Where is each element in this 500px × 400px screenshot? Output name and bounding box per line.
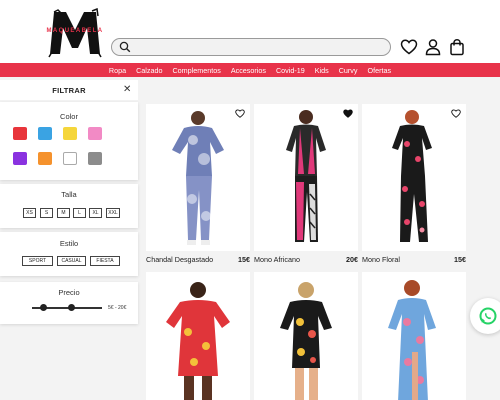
nav-item-ofertas[interactable]: Ofertas bbox=[368, 66, 392, 75]
price-range-text: 5€ - 20€ bbox=[108, 305, 127, 311]
product-name[interactable]: Mono Floral bbox=[362, 255, 400, 264]
color-filter-panel: Color bbox=[0, 102, 138, 180]
search-input[interactable] bbox=[111, 38, 391, 56]
nav-item-accesorios[interactable]: Accesorios bbox=[231, 66, 266, 75]
favorite-heart-icon[interactable] bbox=[343, 109, 353, 118]
filter-header: FILTRAR ✕ bbox=[0, 80, 138, 100]
size-option-m[interactable]: M bbox=[57, 208, 70, 218]
color-swatch-white[interactable] bbox=[63, 152, 77, 165]
whatsapp-icon bbox=[479, 307, 497, 325]
price-slider-min-handle[interactable] bbox=[40, 304, 47, 311]
size-option-xxl[interactable]: XXL bbox=[106, 208, 120, 218]
favorite-heart-icon[interactable] bbox=[451, 109, 461, 118]
style-filter-title: Estilo bbox=[59, 239, 79, 248]
price-filter-panel: Precio 5€ - 20€ bbox=[0, 282, 138, 324]
filter-title: FILTRAR bbox=[52, 86, 86, 95]
product-name[interactable]: Chandal Desgastado bbox=[146, 255, 213, 264]
whatsapp-button[interactable] bbox=[470, 298, 500, 334]
style-option-sport[interactable]: SPORT bbox=[22, 256, 53, 266]
product-price: 15€ bbox=[454, 255, 466, 264]
size-filter-title: Talla bbox=[61, 190, 77, 199]
logo-text: MAQUEABELA bbox=[46, 28, 104, 34]
header: MAQUEABELA bbox=[0, 0, 500, 63]
nav-item-kids[interactable]: Kids bbox=[315, 66, 329, 75]
heart-icon[interactable] bbox=[400, 38, 418, 56]
price-filter-title: Precio bbox=[58, 288, 80, 297]
product-image[interactable] bbox=[362, 272, 466, 400]
nav-item-covid[interactable]: Covid-19 bbox=[276, 66, 305, 75]
color-swatch-red[interactable] bbox=[13, 127, 27, 140]
product-image[interactable] bbox=[362, 104, 466, 251]
product-image[interactable] bbox=[254, 272, 358, 400]
product-name[interactable]: Mono Africano bbox=[254, 255, 300, 264]
color-swatch-blue[interactable] bbox=[38, 127, 52, 140]
bag-icon[interactable] bbox=[448, 38, 466, 56]
color-swatch-pink[interactable] bbox=[88, 127, 102, 140]
style-option-fiesta[interactable]: FIESTA bbox=[90, 256, 120, 266]
product-image[interactable] bbox=[146, 104, 250, 251]
product-image[interactable] bbox=[146, 272, 250, 400]
product-price: 20€ bbox=[346, 255, 358, 264]
color-swatch-purple[interactable] bbox=[13, 152, 27, 165]
style-filter-panel: Estilo SPORT CASUAL FIESTA bbox=[0, 232, 138, 276]
nav-item-complementos[interactable]: Complementos bbox=[172, 66, 220, 75]
main-nav: Ropa Calzado Complementos Accesorios Cov… bbox=[0, 63, 500, 77]
search-icon bbox=[119, 41, 131, 53]
user-icon[interactable] bbox=[424, 38, 442, 56]
color-swatch-yellow[interactable] bbox=[63, 127, 77, 140]
size-option-s[interactable]: S bbox=[40, 208, 53, 218]
price-slider-max-handle[interactable] bbox=[68, 304, 75, 311]
style-option-casual[interactable]: CASUAL bbox=[57, 256, 86, 266]
nav-item-ropa[interactable]: Ropa bbox=[109, 66, 126, 75]
size-option-xs[interactable]: XS bbox=[23, 208, 36, 218]
size-option-xl[interactable]: XL bbox=[89, 208, 102, 218]
color-filter-title: Color bbox=[60, 112, 78, 121]
product-image[interactable] bbox=[254, 104, 358, 251]
close-icon[interactable]: ✕ bbox=[123, 84, 131, 95]
size-option-l[interactable]: L bbox=[73, 208, 86, 218]
favorite-heart-icon[interactable] bbox=[235, 109, 245, 118]
color-swatch-orange[interactable] bbox=[38, 152, 52, 165]
color-swatch-grey[interactable] bbox=[88, 152, 102, 165]
size-filter-panel: Talla XS S M L XL XXL bbox=[0, 184, 138, 228]
nav-item-calzado[interactable]: Calzado bbox=[136, 66, 162, 75]
nav-item-curvy[interactable]: Curvy bbox=[339, 66, 358, 75]
product-price: 15€ bbox=[238, 255, 250, 264]
logo[interactable]: MAQUEABELA bbox=[40, 8, 110, 58]
